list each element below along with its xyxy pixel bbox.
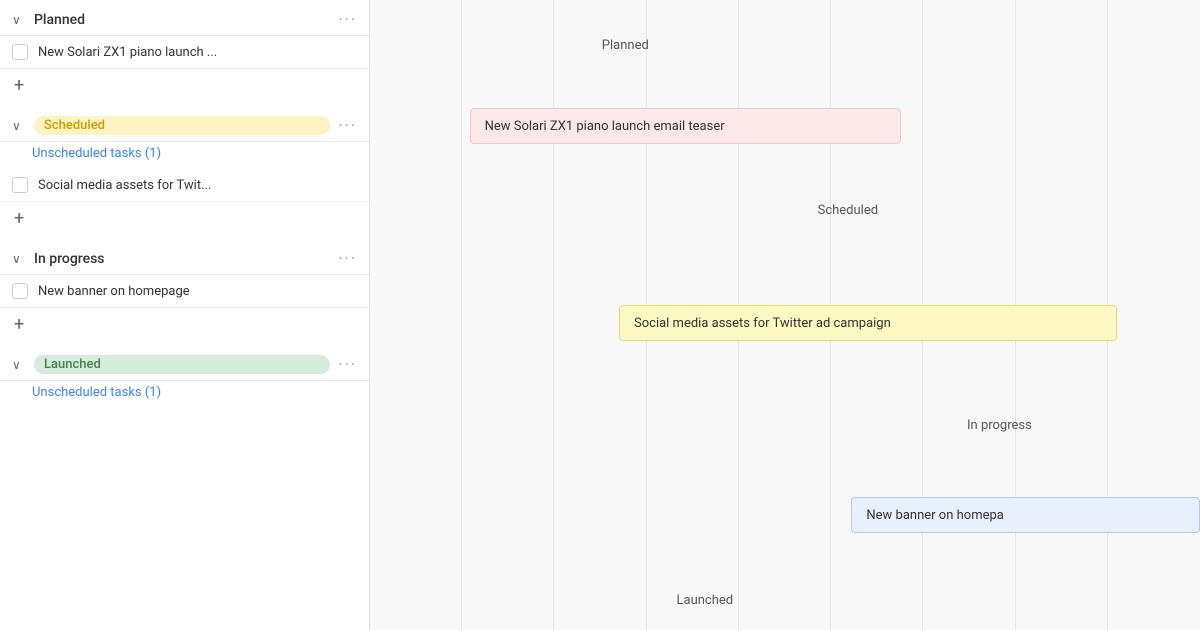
gantt-grid — [370, 0, 1200, 630]
section-scheduled-header[interactable]: ∨ Scheduled ··· — [0, 106, 369, 142]
section-inprogress-header[interactable]: ∨ In progress ··· — [0, 239, 369, 275]
left-panel: ∨ Planned ··· New Solari ZX1 piano launc… — [0, 0, 370, 630]
planned-menu-icon[interactable]: ··· — [338, 10, 357, 29]
gantt-col — [831, 0, 923, 630]
scheduled-label: Scheduled — [34, 116, 330, 135]
section-launched-header[interactable]: ∨ Launched ··· — [0, 345, 369, 381]
inprogress-menu-icon[interactable]: ··· — [338, 249, 357, 268]
inprogress-chevron-icon: ∨ — [12, 252, 26, 266]
gantt-panel: Planned Scheduled In progress Launched N… — [370, 0, 1200, 630]
gantt-col — [370, 0, 462, 630]
task-label: Social media assets for Twit... — [38, 178, 211, 193]
section-planned-header[interactable]: ∨ Planned ··· — [0, 0, 369, 36]
scheduled-chevron-icon: ∨ — [12, 119, 26, 133]
gantt-col — [647, 0, 739, 630]
inprogress-add-button[interactable]: + — [0, 308, 369, 345]
scheduled-add-button[interactable]: + — [0, 202, 369, 239]
inprogress-label: In progress — [34, 251, 330, 267]
gantt-col — [462, 0, 554, 630]
launched-menu-icon[interactable]: ··· — [338, 355, 357, 374]
scheduled-unscheduled-link[interactable]: Unscheduled tasks (1) — [0, 142, 369, 169]
launched-label: Launched — [34, 355, 330, 374]
task-label: New banner on homepage — [38, 284, 190, 299]
launched-chevron-icon: ∨ — [12, 358, 26, 372]
launched-unscheduled-link[interactable]: Unscheduled tasks (1) — [0, 381, 369, 408]
planned-chevron-icon: ∨ — [12, 13, 26, 27]
gantt-col — [739, 0, 831, 630]
task-label: New Solari ZX1 piano launch ... — [38, 45, 217, 60]
scheduled-menu-icon[interactable]: ··· — [338, 116, 357, 135]
task-item: New Solari ZX1 piano launch ... — [0, 36, 369, 69]
task-item: Social media assets for Twit... — [0, 169, 369, 202]
task-item: New banner on homepage — [0, 275, 369, 308]
gantt-col — [1108, 0, 1200, 630]
gantt-col — [1016, 0, 1108, 630]
task-checkbox[interactable] — [12, 283, 28, 299]
gantt-col — [923, 0, 1015, 630]
task-checkbox[interactable] — [12, 177, 28, 193]
planned-add-button[interactable]: + — [0, 69, 369, 106]
task-checkbox[interactable] — [12, 44, 28, 60]
planned-label: Planned — [34, 12, 330, 28]
gantt-col — [554, 0, 646, 630]
